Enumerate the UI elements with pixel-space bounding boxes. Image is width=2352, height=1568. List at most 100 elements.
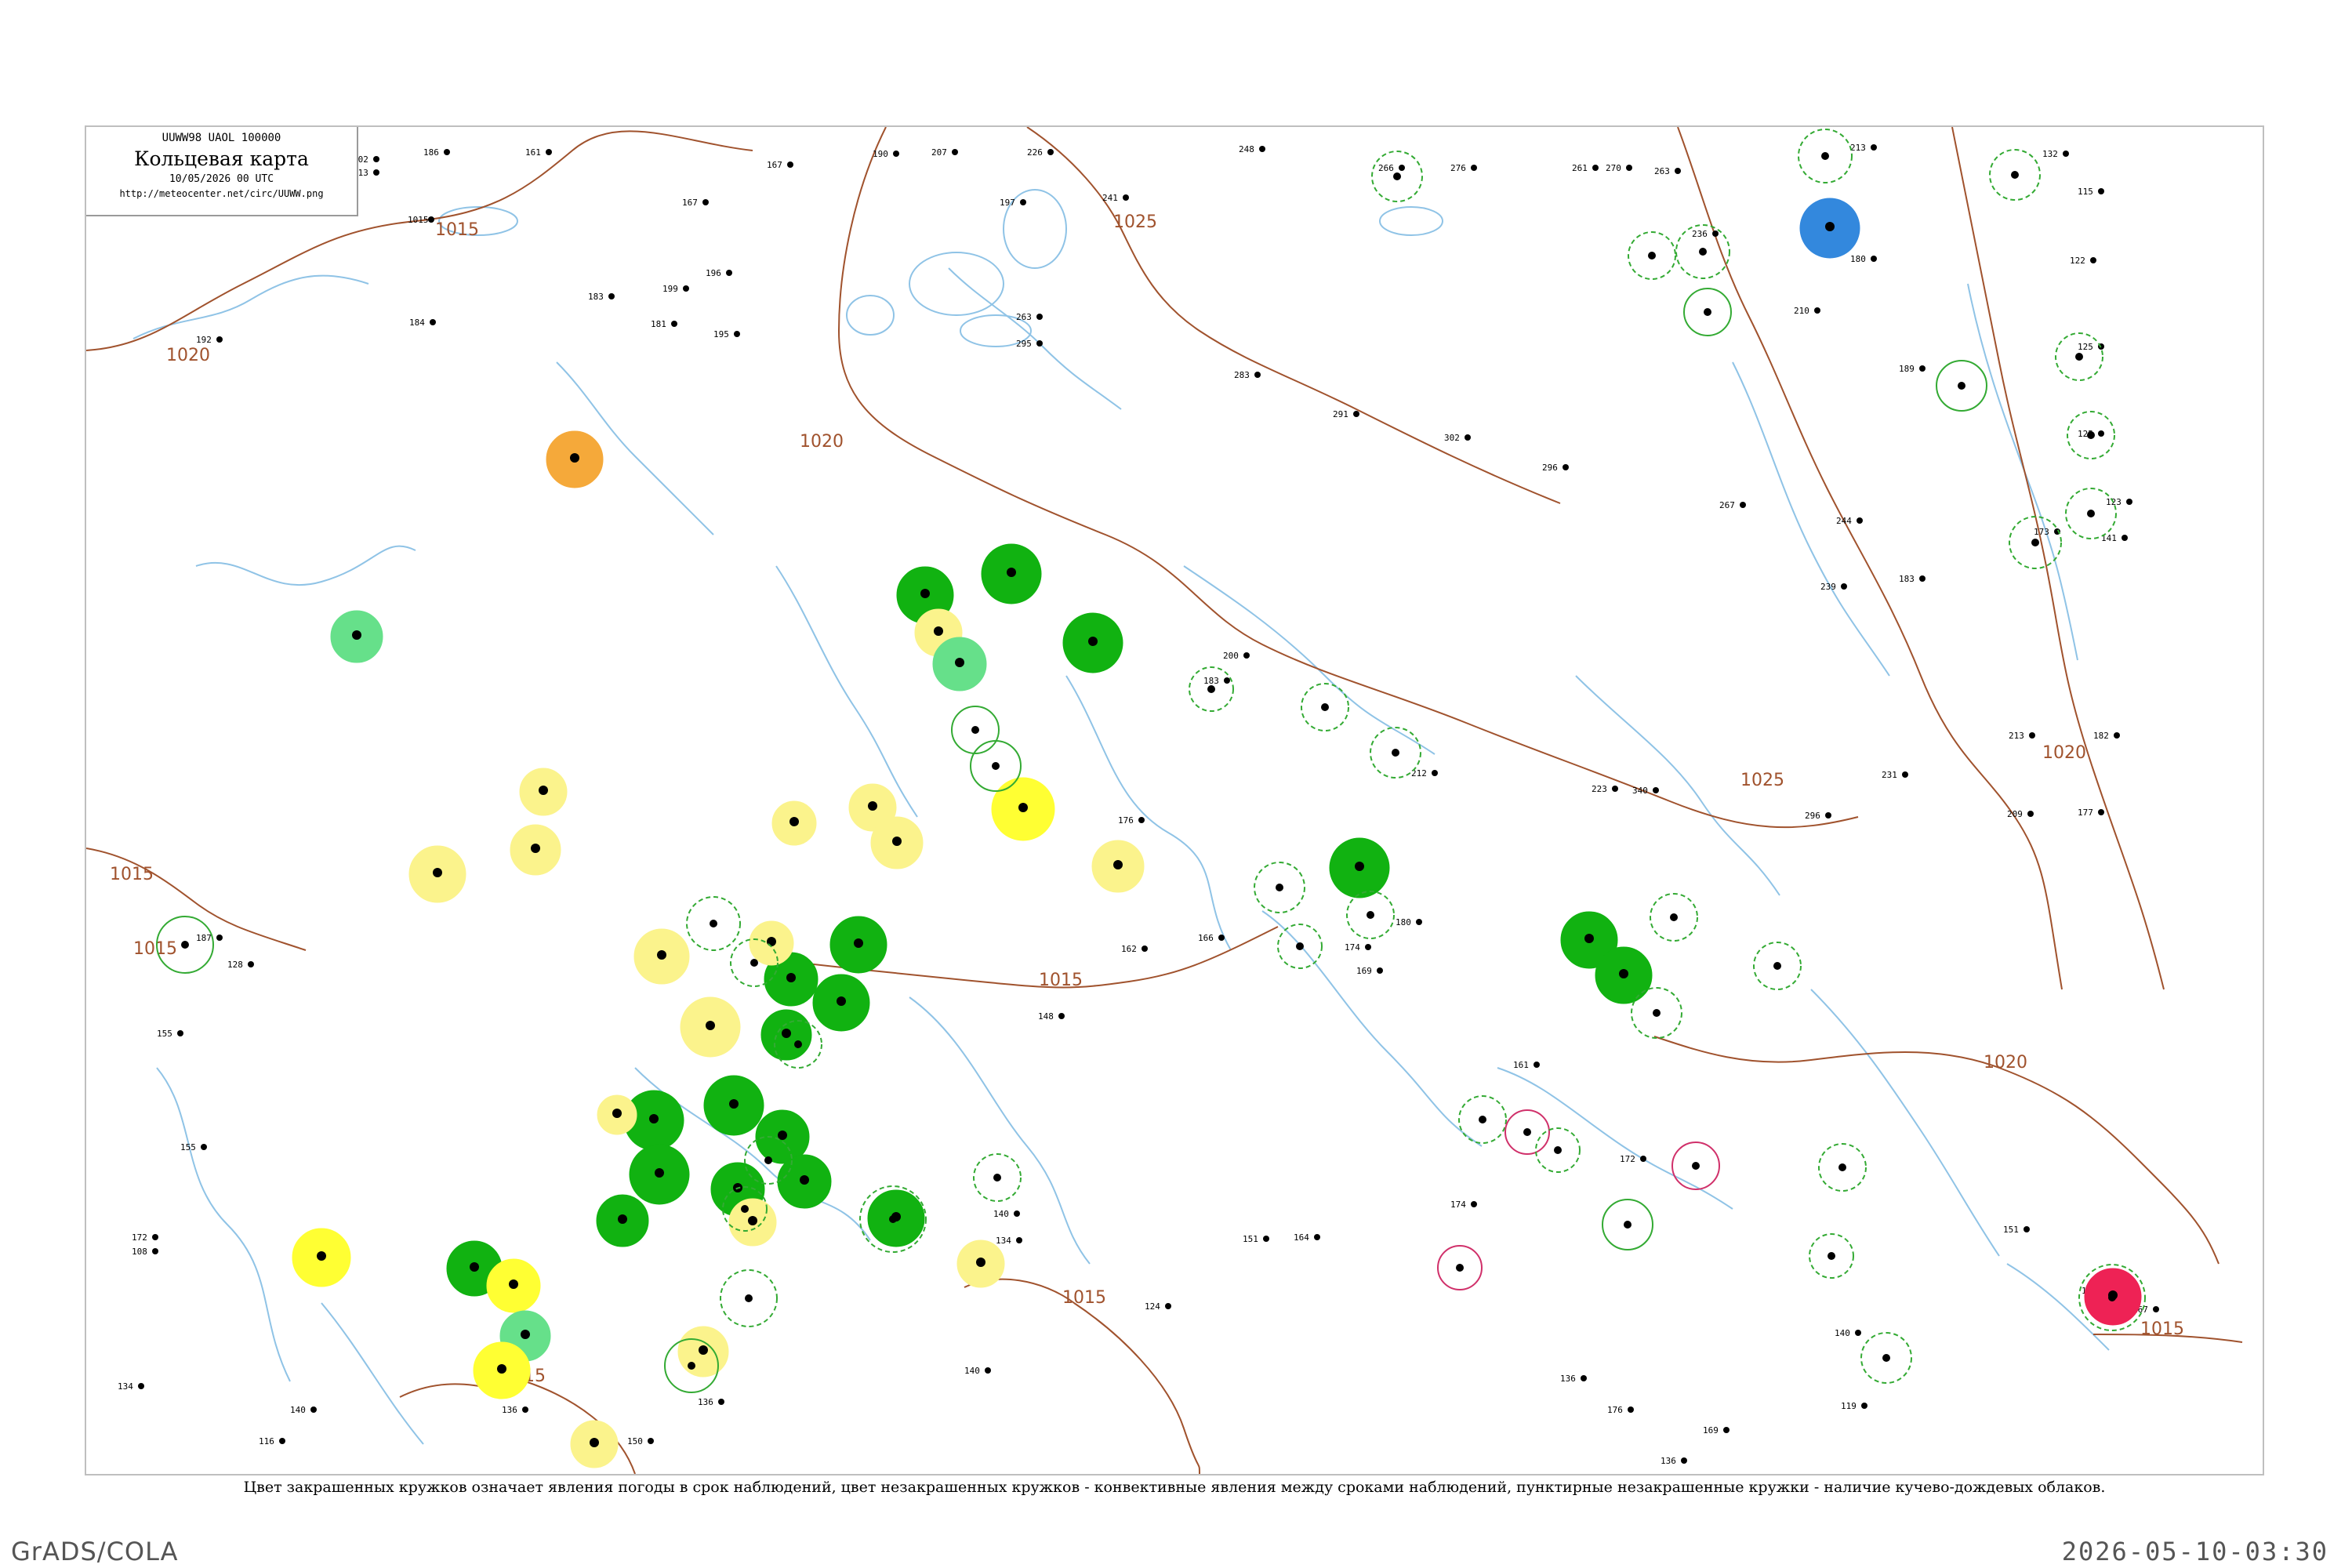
station-dot <box>539 786 548 795</box>
station-value: 196 <box>706 268 721 278</box>
station-dot <box>522 1406 528 1413</box>
station-dot <box>310 1406 317 1413</box>
station-value: 291 <box>1333 409 1348 419</box>
station-value: 1015 <box>408 215 429 225</box>
station-value: 241 <box>1102 193 1118 203</box>
station-dot <box>1456 1264 1464 1272</box>
title-box: UUWW98 UAOL 100000 Кольцевая карта 10/05… <box>86 127 358 216</box>
legend-caption: Цвет закрашенных кружков означает явлени… <box>243 1479 2106 1496</box>
station-dot <box>509 1279 518 1289</box>
station-dot <box>1712 230 1719 237</box>
station-value: 134 <box>118 1381 133 1392</box>
station-value: 226 <box>1027 147 1043 158</box>
station-dot <box>1276 884 1283 891</box>
station-value: 270 <box>1606 163 1621 173</box>
station-dot <box>1534 1062 1540 1068</box>
river <box>775 565 918 818</box>
station-dot <box>317 1251 326 1261</box>
station-dot <box>1704 308 1711 316</box>
station-value: 192 <box>196 335 212 345</box>
station-value: 161 <box>525 147 541 158</box>
station-dot <box>531 844 540 853</box>
station-dot <box>216 336 223 343</box>
station-dot <box>868 801 877 811</box>
lake <box>1379 206 1443 236</box>
river <box>1967 283 2078 661</box>
footer-timestamp: 2026-05-10-03:30 <box>2061 1537 2328 1566</box>
station-dot <box>786 973 796 982</box>
station-dot <box>1142 946 1148 952</box>
station-dot <box>1814 307 1820 314</box>
station-value: 340 <box>1632 786 1648 796</box>
station-value: 197 <box>1000 198 1015 208</box>
station-value: 136 <box>502 1405 517 1415</box>
river <box>321 1302 424 1445</box>
station-dot <box>2087 510 2095 517</box>
station-value: 169 <box>1703 1425 1719 1436</box>
station-dot <box>976 1258 985 1267</box>
river <box>909 996 1091 1265</box>
station-dot <box>1825 812 1831 818</box>
station-value: 248 <box>1239 144 1254 154</box>
station-value: 167 <box>682 198 698 208</box>
station-dot <box>1581 1375 1587 1381</box>
station-dot <box>1554 1146 1562 1154</box>
station-dot <box>1123 194 1129 201</box>
station-dot <box>837 996 846 1006</box>
station-dot <box>1321 703 1329 711</box>
station-dot <box>1377 967 1383 974</box>
station-dot <box>1471 1201 1477 1207</box>
station-dot <box>248 961 254 967</box>
station-dot <box>2108 1294 2116 1301</box>
station-dot <box>2098 430 2104 437</box>
station-dot <box>444 149 450 155</box>
station-dot <box>764 1156 772 1164</box>
station-dot <box>521 1330 530 1339</box>
station-value: 161 <box>1513 1060 1529 1070</box>
station-dot <box>2011 171 2019 179</box>
station-dot <box>590 1438 599 1447</box>
station-dot <box>1365 944 1371 950</box>
isobar-label: 1015 <box>435 220 479 240</box>
station-dot <box>1416 919 1422 925</box>
station-dot <box>1020 199 1026 205</box>
station-dot <box>216 935 223 941</box>
station-value: 296 <box>1542 463 1558 473</box>
station-dot <box>470 1262 479 1272</box>
station-dot <box>1919 365 1926 372</box>
station-dot <box>748 1216 757 1225</box>
station-dot <box>683 285 689 292</box>
station-dot <box>688 1362 695 1370</box>
station-dot <box>741 1205 749 1213</box>
station-dot <box>1773 962 1781 970</box>
map-frame: 1015 1020 1025 1020 1015 1015 1015 1015 1025 1020… <box>85 125 2264 1475</box>
station-dot <box>2098 188 2104 194</box>
station-dot <box>2114 732 2120 739</box>
station-dot <box>1681 1457 1687 1464</box>
station-value: 136 <box>1560 1374 1576 1384</box>
isobar-label: 1025 <box>1113 212 1157 232</box>
station-dot <box>767 937 776 946</box>
station-value: 183 <box>1899 574 1915 584</box>
station-value: 213 <box>2009 731 2024 741</box>
station-value: 267 <box>1719 500 1735 510</box>
lake <box>909 252 1004 316</box>
open-weather-circles <box>156 129 2146 1393</box>
isobar-label: 1015 <box>1062 1288 1106 1308</box>
station-dot <box>1619 969 1628 978</box>
station-value: 169 <box>1356 966 1372 976</box>
station-dot <box>1138 817 1145 823</box>
station-dot <box>2153 1306 2159 1312</box>
isobar-label: 1015 <box>1039 971 1083 990</box>
station-value: 244 <box>1836 516 1852 526</box>
station-dot <box>699 1345 708 1355</box>
station-dot <box>1007 568 1016 577</box>
station-dot <box>649 1114 659 1123</box>
station-value: 276 <box>1450 163 1466 173</box>
station-dot <box>1740 502 1746 508</box>
station-dot <box>1626 165 1632 171</box>
station-dot <box>1218 935 1225 941</box>
station-value: 167 <box>767 160 782 170</box>
station-dot <box>794 1040 802 1048</box>
isobar-label: 1020 <box>800 432 844 452</box>
